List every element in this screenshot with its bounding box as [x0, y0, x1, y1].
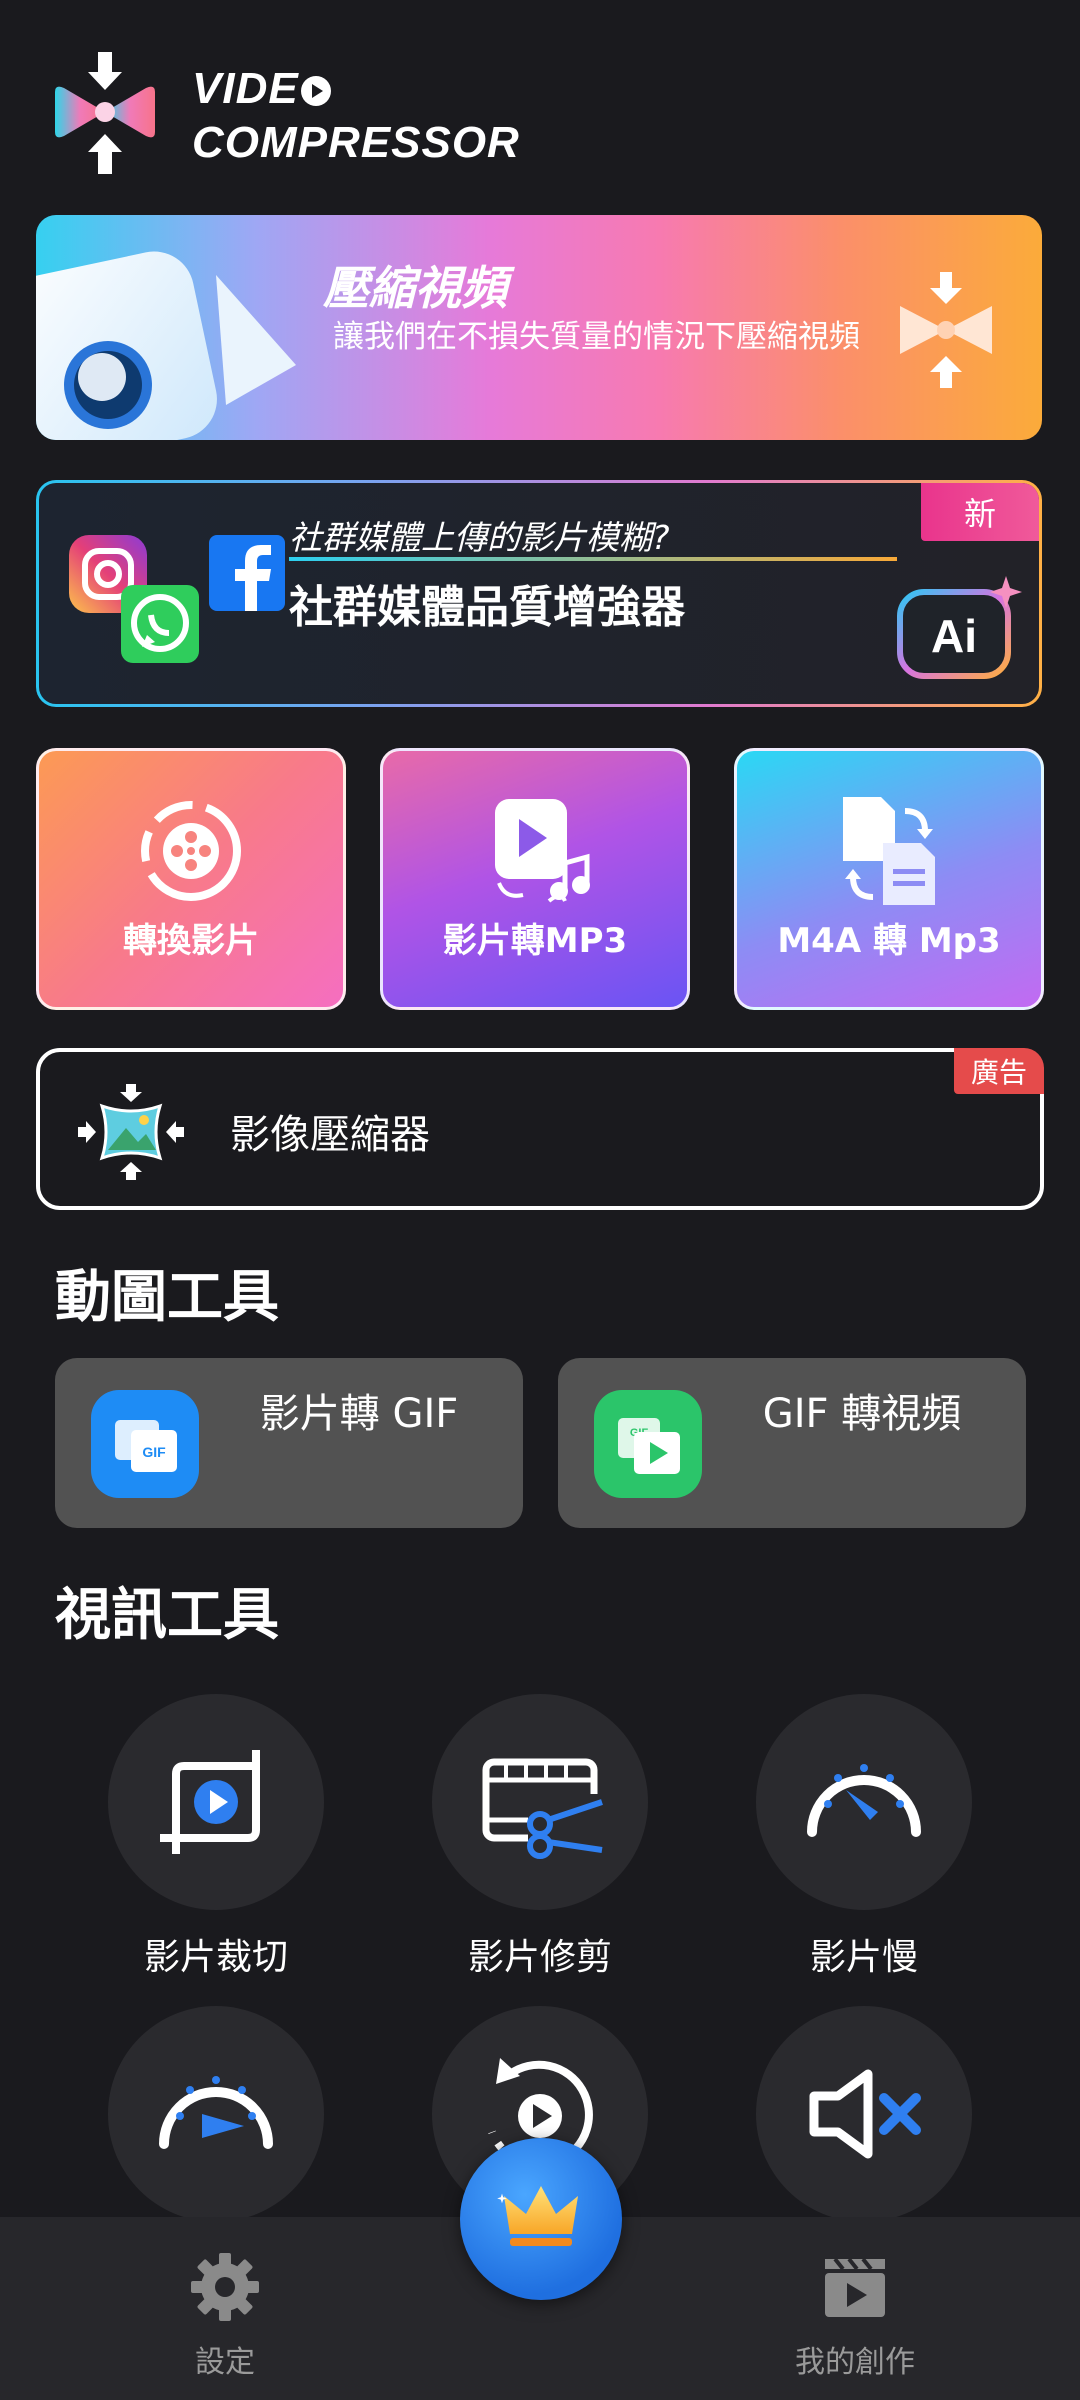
video-to-mp3-label: 影片轉MP3	[442, 921, 628, 961]
svg-text:GIF: GIF	[142, 1444, 166, 1460]
nav-my-creations-label: 我的創作	[795, 2345, 915, 2380]
nav-settings[interactable]: 設定	[115, 2249, 335, 2381]
banner-title: 壓縮視頻	[323, 261, 507, 315]
compress-bow-icon	[900, 272, 992, 388]
gear-icon	[191, 2253, 259, 2321]
social-enhancer-banner[interactable]: 社群媒體上傳的影片模糊? 社群媒體品質增強器 新 Ai	[36, 480, 1042, 707]
ai-icon: Ai	[897, 576, 1022, 679]
fast-motion-button[interactable]	[108, 2006, 324, 2222]
slow-motion-label: 影片慢	[809, 1937, 918, 1978]
nav-settings-label: 設定	[195, 2345, 255, 2380]
crop-video-button[interactable]	[108, 1694, 324, 1910]
video-to-gif-card[interactable]: GIF 影片轉 GIF	[55, 1358, 523, 1528]
brand-line-2: COMPRESSOR	[192, 118, 520, 167]
trim-video-button[interactable]	[432, 1694, 648, 1910]
film-reel-icon	[141, 801, 241, 901]
mute-video-button[interactable]	[756, 2006, 972, 2222]
gif-to-video-card[interactable]: GIF GIF 轉視頻	[558, 1358, 1026, 1528]
gif-to-video-label: GIF 轉視頻	[762, 1391, 962, 1437]
video-to-gif-icon: GIF	[91, 1390, 199, 1498]
image-compress-icon	[78, 1084, 184, 1180]
slow-motion-button[interactable]	[756, 1694, 972, 1910]
ai-label: Ai	[931, 610, 977, 662]
fast-motion-icon	[159, 2076, 273, 2149]
slow-motion-icon	[807, 1764, 921, 1837]
banner-description: 讓我們在不損失質量的情況下壓縮視頻	[333, 319, 860, 355]
image-compressor-label: 影像壓縮器	[230, 1112, 430, 1158]
enhancer-title: 社群媒體品質增強器	[289, 582, 685, 633]
premium-crown-button[interactable]	[460, 2138, 622, 2300]
video-tools-heading: 視訊工具	[55, 1583, 279, 1648]
enhancer-question: 社群媒體上傳的影片模糊?	[289, 518, 670, 557]
convert-video-card[interactable]: 轉換影片	[36, 748, 346, 1010]
gif-to-video-icon: GIF	[594, 1390, 702, 1498]
trim-video-icon	[482, 1758, 608, 1859]
new-badge: 新	[921, 483, 1039, 541]
video-music-icon	[495, 799, 590, 903]
ad-badge: 廣告	[954, 1048, 1044, 1094]
image-compressor-card[interactable]: 影像壓縮器 廣告	[36, 1048, 1044, 1210]
clapperboard-icon	[825, 2257, 885, 2317]
app-logo	[50, 50, 165, 175]
social-apps-icon	[69, 535, 285, 663]
file-convert-icon	[843, 797, 935, 905]
video-to-gif-label: 影片轉 GIF	[259, 1391, 459, 1437]
brand-line-1: VIDE	[192, 64, 299, 113]
trim-video-label: 影片修剪	[467, 1937, 612, 1978]
crop-video-label: 影片裁切	[143, 1937, 288, 1978]
gif-tools-heading: 動圖工具	[55, 1265, 279, 1330]
app-brand-title: VIDE COMPRESSOR	[192, 62, 520, 170]
video-to-mp3-card[interactable]: 影片轉MP3	[380, 748, 690, 1010]
crop-video-icon	[160, 1750, 260, 1854]
camera-illustration-icon	[36, 251, 296, 440]
gradient-underline	[289, 557, 897, 561]
mute-video-icon	[809, 2069, 921, 2159]
m4a-to-mp3-card[interactable]: M4A 轉 Mp3	[734, 748, 1044, 1010]
compress-video-banner[interactable]: 壓縮視頻 讓我們在不損失質量的情況下壓縮視頻	[36, 215, 1042, 440]
nav-my-creations[interactable]: 我的創作	[745, 2249, 965, 2381]
m4a-to-mp3-label: M4A 轉 Mp3	[777, 921, 1001, 961]
convert-video-label: 轉換影片	[123, 921, 259, 961]
play-o-icon	[300, 76, 331, 106]
crown-icon	[497, 2186, 578, 2246]
